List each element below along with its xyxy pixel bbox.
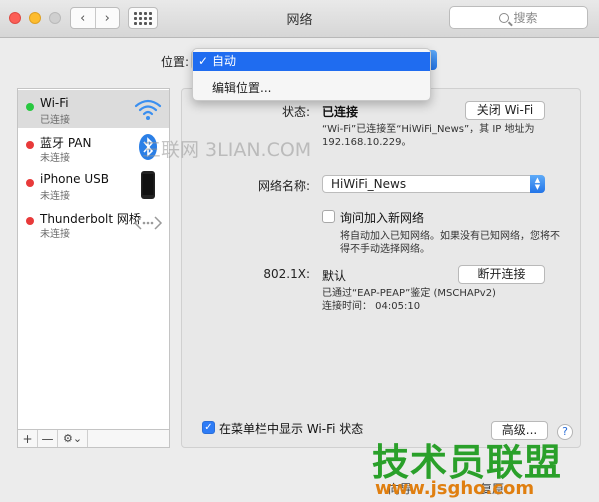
gear-menu-icon[interactable]: ⚙︎⌄ — [58, 430, 88, 447]
add-service-button[interactable]: + — [18, 430, 38, 447]
service-status: 未连接 — [40, 153, 70, 164]
location-menu: ✓ 自动 编辑位置... — [192, 48, 431, 101]
search-placeholder: 搜索 — [513, 11, 538, 25]
service-item-iphone-usb[interactable]: iPhone USB 未连接 — [18, 166, 169, 204]
disconnect-button[interactable]: 断开连接 — [458, 265, 545, 284]
show-menubar-label: 在菜单栏中显示 Wi-Fi 状态 — [219, 422, 364, 436]
watermark-3lian: 三联网 3LIAN.COM — [142, 139, 312, 161]
location-menu-item-edit[interactable]: 编辑位置... — [193, 79, 430, 98]
checkmark-icon: ✓ — [198, 54, 209, 68]
location-label: 位置: — [161, 55, 190, 69]
status-dot — [26, 217, 34, 225]
service-list-toolbar: + — ⚙︎⌄ — [17, 429, 170, 448]
status-dot — [26, 141, 34, 149]
title-bar: ‹ › 网络 搜索 — [0, 0, 599, 38]
iphone-icon — [141, 171, 155, 199]
search-icon — [499, 12, 510, 23]
remove-service-button[interactable]: — — [38, 430, 58, 447]
dot1x-label: 802.1X: — [263, 267, 310, 281]
search-field[interactable]: 搜索 — [449, 6, 588, 29]
status-description-line2: 192.168.10.229。 — [322, 137, 412, 148]
service-status: 已连接 — [40, 115, 70, 126]
service-name: Wi-Fi — [40, 96, 69, 110]
service-item-wifi[interactable]: Wi-Fi 已连接 — [18, 90, 169, 128]
network-name-value: HiWiFi_News — [331, 177, 407, 191]
auth-description: 已通过“EAP-PEAP”鉴定 (MSCHAPv2) — [322, 288, 496, 299]
ask-join-description-line2: 得不手动选择网络。 — [340, 244, 430, 255]
thunderbolt-bridge-icon — [133, 216, 163, 230]
dot1x-value: 默认 — [322, 269, 347, 283]
service-item-thunderbolt-bridge[interactable]: Thunderbolt 网桥 未连接 — [18, 204, 169, 242]
ask-join-description-line1: 将自动加入已知网络。如果没有已知网络，您将不 — [340, 231, 560, 242]
service-status: 未连接 — [40, 229, 70, 240]
ask-join-label: 询问加入新网络 — [340, 211, 425, 225]
show-menubar-checkbox[interactable]: ✓ — [202, 421, 215, 434]
watermark-jsgho-url: www.jsgho.com — [375, 478, 535, 499]
status-value: 已连接 — [322, 105, 359, 119]
toggle-wifi-button[interactable]: 关闭 Wi-Fi — [465, 101, 545, 120]
ask-join-checkbox[interactable] — [322, 210, 335, 223]
network-name-label: 网络名称: — [257, 179, 310, 193]
popup-arrows-icon: ▲▼ — [530, 175, 545, 193]
network-name-popup[interactable]: HiWiFi_News ▲ ▼ — [322, 175, 545, 193]
status-label: 状态: — [281, 105, 310, 119]
location-menu-item-auto[interactable]: ✓ 自动 — [193, 52, 430, 71]
status-dot — [26, 179, 34, 187]
service-name: iPhone USB — [40, 172, 109, 186]
status-description-line1: “Wi-Fi”已连接至“HiWiFi_News”，其 IP 地址为 — [322, 124, 535, 135]
service-status: 未连接 — [40, 191, 70, 202]
connection-time: 连接时间： 04:05:10 — [322, 301, 421, 312]
wifi-icon — [134, 99, 162, 120]
status-dot — [26, 103, 34, 111]
